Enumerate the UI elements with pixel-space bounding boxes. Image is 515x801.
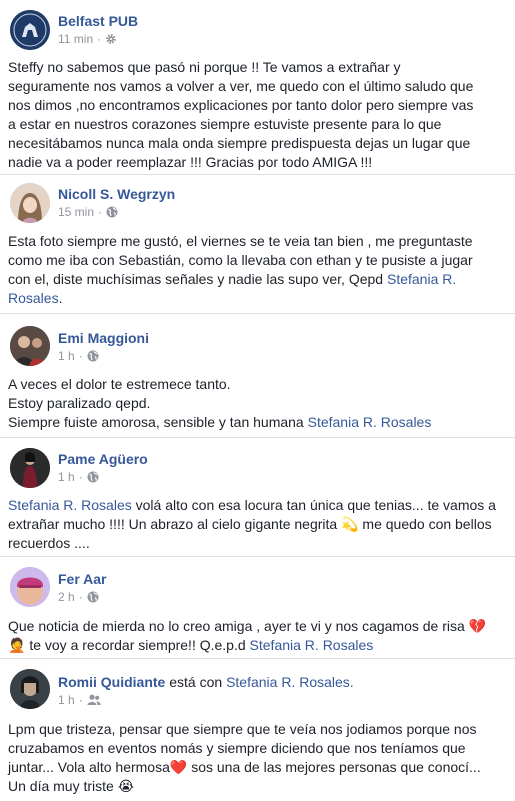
post-text-segment: sos una de las mejores personas que cono… [187, 759, 481, 775]
profile-photo-icon [10, 326, 50, 366]
post-text-line: A veces el dolor te estremece tanto. [8, 376, 231, 392]
post-emi: Emi Maggioni 1 h · A veces el dolor te e… [0, 314, 515, 439]
post-text-line: Esta foto siempre me gustó, el viernes s… [8, 233, 473, 249]
facepalm-emoji-icon: 🤦 [8, 637, 26, 653]
post-text-segment: extrañar mucho !!!! Un abrazo al cielo g… [8, 516, 342, 532]
with-text: está con [169, 674, 223, 690]
gear-icon[interactable] [105, 33, 117, 45]
post-text-line: Rosales. [8, 289, 509, 308]
post-time[interactable]: 2 h [58, 590, 75, 604]
post-meta: 11 min · [58, 32, 117, 46]
post-meta: 1 h · [58, 693, 101, 707]
post-text-segment: Que noticia de mierda no lo creo amiga ,… [8, 618, 469, 634]
post-text-line: a estar en nuestros corazones siempre es… [8, 116, 442, 132]
post-text-segment: juntar... Vola alto hermosa [8, 759, 170, 775]
avatar[interactable] [10, 448, 50, 488]
post-nicoll: Nicoll S. Wegrzyn 15 min · Esta foto sie… [0, 175, 515, 315]
post-author-line: Romii Quidiante está con Stefania R. Ros… [58, 674, 354, 690]
crying-face-emoji-icon: 😭 [117, 778, 135, 794]
friends-icon[interactable] [87, 694, 101, 706]
post-text-line: Estoy paralizado qepd. [8, 395, 151, 411]
avatar[interactable] [10, 10, 50, 50]
post-text-line: como me iba con Sebastián, como la lleva… [8, 252, 473, 268]
profile-photo-icon [10, 448, 50, 488]
post-text-segment: . [58, 290, 63, 306]
post-text-segment: Un día muy triste [8, 778, 118, 794]
avatar[interactable] [10, 567, 50, 607]
post-text-line: recuerdos .... [8, 535, 90, 551]
post-text-line: Steffy no sabemos que pasó ni porque !! … [8, 59, 401, 75]
post-text-line: con el, diste muchísimas señales y nadie… [8, 270, 509, 289]
post-text-line: Un día muy triste 😭 [8, 777, 509, 796]
post-belfast-pub: Belfast PUB 11 min · Steffy no sabemos q… [0, 0, 515, 180]
avatar[interactable] [10, 326, 50, 366]
post-pame: Pame Agüero 1 h · Stefania R. Rosales vo… [0, 438, 515, 556]
post-text-segment: volá alto con esa locura tan única que t… [131, 497, 496, 513]
post-romii: Romii Quidiante está con Stefania R. Ros… [0, 659, 515, 801]
post-text: Esta foto siempre me gustó, el viernes s… [8, 232, 509, 308]
post-author[interactable]: Pame Agüero [58, 451, 148, 467]
avatar[interactable] [10, 183, 50, 223]
post-text-line: Siempre fuiste amorosa, sensible y tan h… [8, 413, 509, 432]
post-time[interactable]: 11 min [58, 32, 93, 46]
profile-photo-icon [10, 669, 50, 709]
post-text-line: cruzabamos en eventos nomás y siempre di… [8, 740, 466, 756]
post-time[interactable]: 1 h [58, 470, 75, 484]
dizzy-emoji-icon: 💫 [341, 516, 359, 532]
post-text-line: Que noticia de mierda no lo creo amiga ,… [8, 617, 509, 636]
avatar[interactable] [10, 669, 50, 709]
post-text-segment: me quedo con bellos [358, 516, 492, 532]
mention-link[interactable]: Stefania R. Rosales [250, 637, 374, 653]
post-time[interactable]: 15 min [58, 205, 94, 219]
post-text-line: Lpm que tristeza, pensar que siempre que… [8, 721, 477, 737]
broken-heart-emoji-icon: 💔 [468, 618, 487, 634]
post-text-line: Stefania R. Rosales volá alto con esa lo… [8, 496, 509, 515]
post-text-segment: te voy a recordar siempre!! Q.e.p.d [25, 637, 250, 653]
post-text: Steffy no sabemos que pasó ni porque !! … [8, 58, 509, 172]
globe-icon[interactable] [106, 206, 118, 218]
post-text: Lpm que tristeza, pensar que siempre que… [8, 720, 509, 796]
post-meta: 2 h · [58, 590, 99, 604]
post-text-line: nos dimos ,no encontramos explicaciones … [8, 97, 474, 113]
post-author[interactable]: Fer Aar [58, 571, 107, 587]
tagged-friend-link[interactable]: Stefania R. Rosales. [226, 674, 354, 690]
post-fer-aar: Fer Aar 2 h · Que noticia de mierda no l… [0, 557, 515, 659]
post-author[interactable]: Romii Quidiante [58, 674, 165, 690]
belfast-logo-icon [10, 10, 50, 50]
mention-link[interactable]: Stefania R. Rosales [308, 414, 432, 430]
post-text: A veces el dolor te estremece tanto. Est… [8, 375, 509, 432]
post-text-line: juntar... Vola alto hermosa❤️ sos una de… [8, 758, 509, 777]
post-text: Que noticia de mierda no lo creo amiga ,… [8, 617, 509, 655]
mention-link-cont[interactable]: Rosales [8, 290, 59, 306]
mention-link[interactable]: Stefania R. [387, 271, 456, 287]
globe-icon[interactable] [87, 471, 99, 483]
post-text-line: necesitábamos nunca mala onda siempre pr… [8, 135, 471, 151]
post-text-segment: Siempre fuiste amorosa, sensible y tan h… [8, 414, 308, 430]
post-time[interactable]: 1 h [58, 693, 75, 707]
post-text-line: 🤦 te voy a recordar siempre!! Q.e.p.d St… [8, 636, 509, 655]
post-meta: 1 h · [58, 470, 99, 484]
post-text-line: seguramente nos vamos a volver a ver, me… [8, 78, 474, 94]
post-meta: 1 h · [58, 349, 99, 363]
globe-icon[interactable] [87, 591, 99, 603]
red-heart-emoji-icon: ❤️ [169, 759, 188, 775]
post-text-segment: con el, diste muchísimas señales y nadie… [8, 271, 387, 287]
post-time[interactable]: 1 h [58, 349, 75, 363]
globe-icon[interactable] [87, 350, 99, 362]
post-text: Stefania R. Rosales volá alto con esa lo… [8, 496, 509, 553]
mention-link[interactable]: Stefania R. Rosales [8, 497, 132, 513]
post-text-line: nadie va a poder reemplazar !!! Gracias … [8, 154, 373, 170]
post-author[interactable]: Belfast PUB [58, 13, 138, 29]
post-meta: 15 min · [58, 205, 118, 219]
profile-photo-icon [10, 183, 50, 223]
post-text-line: extrañar mucho !!!! Un abrazo al cielo g… [8, 515, 509, 534]
post-author[interactable]: Nicoll S. Wegrzyn [58, 186, 175, 202]
post-author[interactable]: Emi Maggioni [58, 330, 149, 346]
profile-photo-icon [10, 567, 50, 607]
